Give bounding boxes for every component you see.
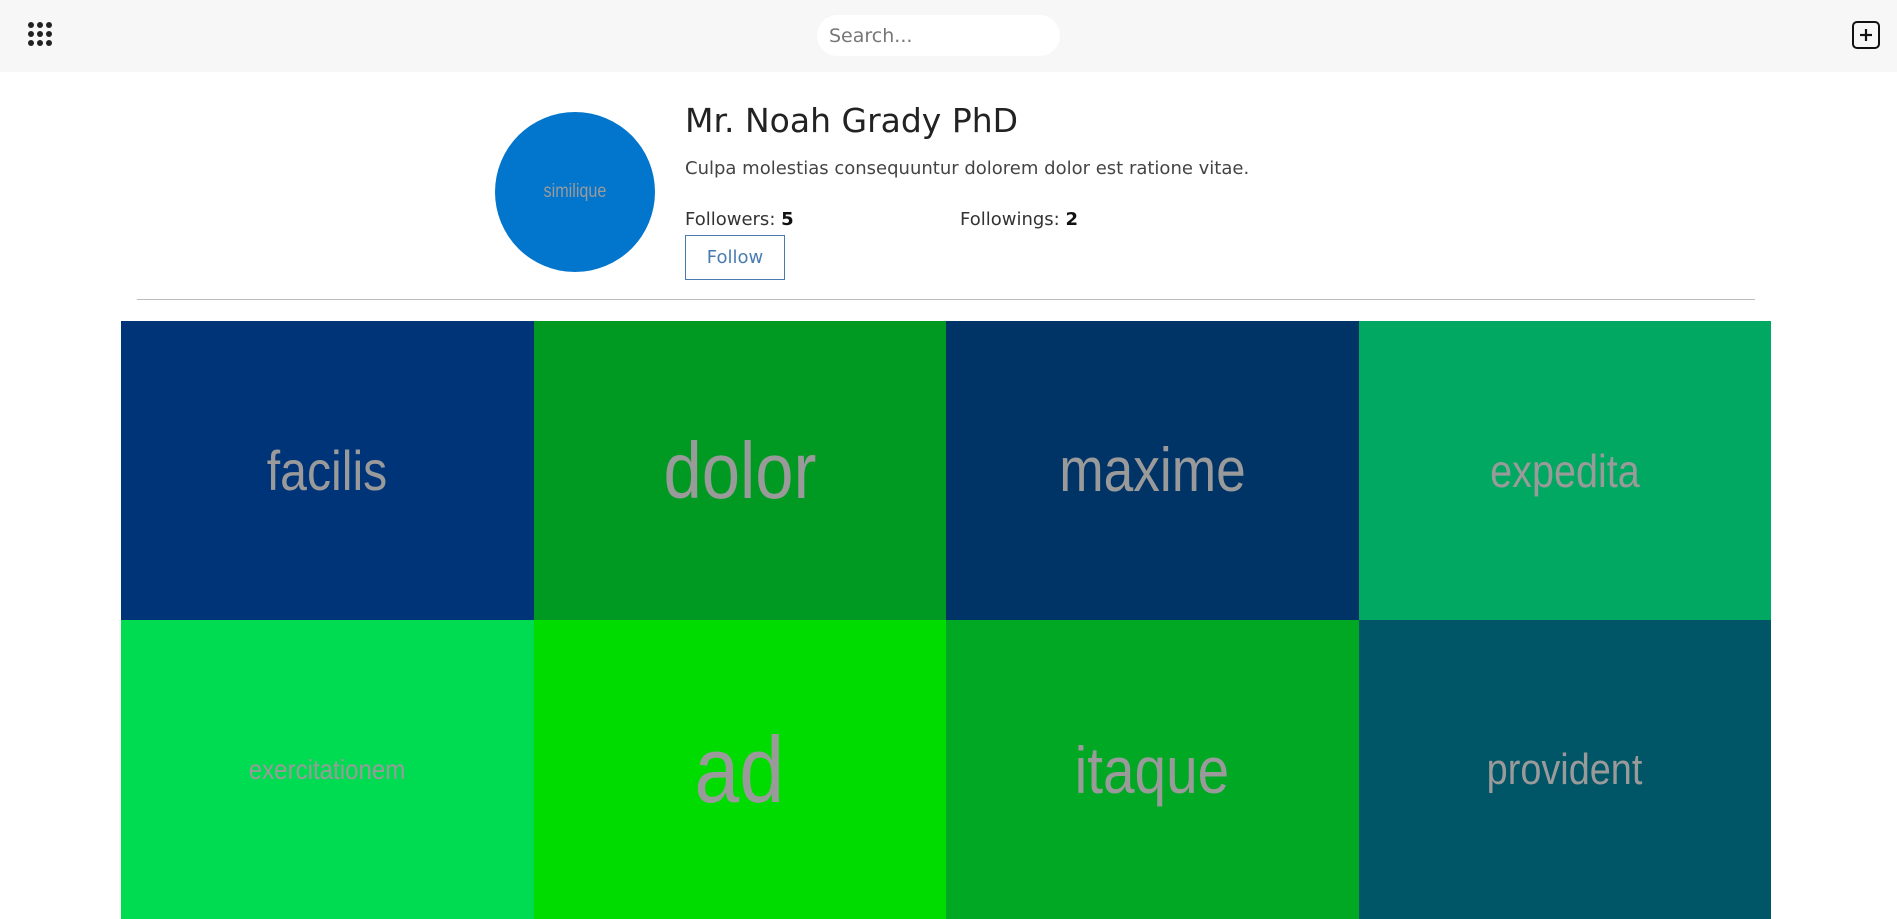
dot xyxy=(37,31,43,37)
post-label: provident xyxy=(1486,744,1643,794)
post-label: maxime xyxy=(1058,436,1246,505)
dot xyxy=(28,22,34,28)
followings-stat: Followings: 2 xyxy=(960,209,1078,230)
plus-icon xyxy=(1860,29,1872,41)
post-label: ad xyxy=(694,716,785,822)
post-tile[interactable]: maxime xyxy=(946,321,1359,620)
post-tile[interactable]: provident xyxy=(1358,620,1771,919)
divider xyxy=(137,299,1755,300)
search-input[interactable] xyxy=(817,15,1060,56)
post-tile[interactable]: facilis xyxy=(121,321,534,620)
dot xyxy=(37,22,43,28)
dot xyxy=(37,40,43,46)
post-grid: facilis dolor maxime expedita exercitati… xyxy=(121,321,1771,919)
apps-grid-icon[interactable] xyxy=(28,22,52,46)
followings-count: 2 xyxy=(1065,209,1079,230)
post-label: expedita xyxy=(1489,444,1640,497)
post-tile[interactable]: expedita xyxy=(1358,321,1771,620)
dot xyxy=(28,40,34,46)
post-tile[interactable]: exercitationem xyxy=(121,620,534,919)
followers-stat: Followers: 5 xyxy=(685,209,794,230)
follow-button[interactable]: Follow xyxy=(685,235,785,280)
post-label: itaque xyxy=(1074,732,1230,807)
dot xyxy=(46,22,52,28)
followers-label: Followers: xyxy=(685,209,776,230)
followers-count: 5 xyxy=(781,209,794,230)
post-label: facilis xyxy=(267,439,388,502)
avatar-label: similique xyxy=(543,181,607,202)
followings-label: Followings: xyxy=(960,209,1060,230)
top-bar xyxy=(0,0,1897,72)
post-label: exercitationem xyxy=(248,753,406,785)
post-tile[interactable]: itaque xyxy=(946,620,1359,919)
post-tile[interactable]: dolor xyxy=(533,321,946,620)
post-label: dolor xyxy=(663,425,817,515)
plus-square-icon[interactable] xyxy=(1852,21,1880,49)
profile-bio: Culpa molestias consequuntur dolorem dol… xyxy=(685,158,1250,179)
profile-name: Mr. Noah Grady PhD xyxy=(685,101,1019,140)
dot xyxy=(46,40,52,46)
post-tile[interactable]: ad xyxy=(533,620,946,919)
avatar: similique xyxy=(495,112,655,272)
dot xyxy=(28,31,34,37)
dot xyxy=(46,31,52,37)
